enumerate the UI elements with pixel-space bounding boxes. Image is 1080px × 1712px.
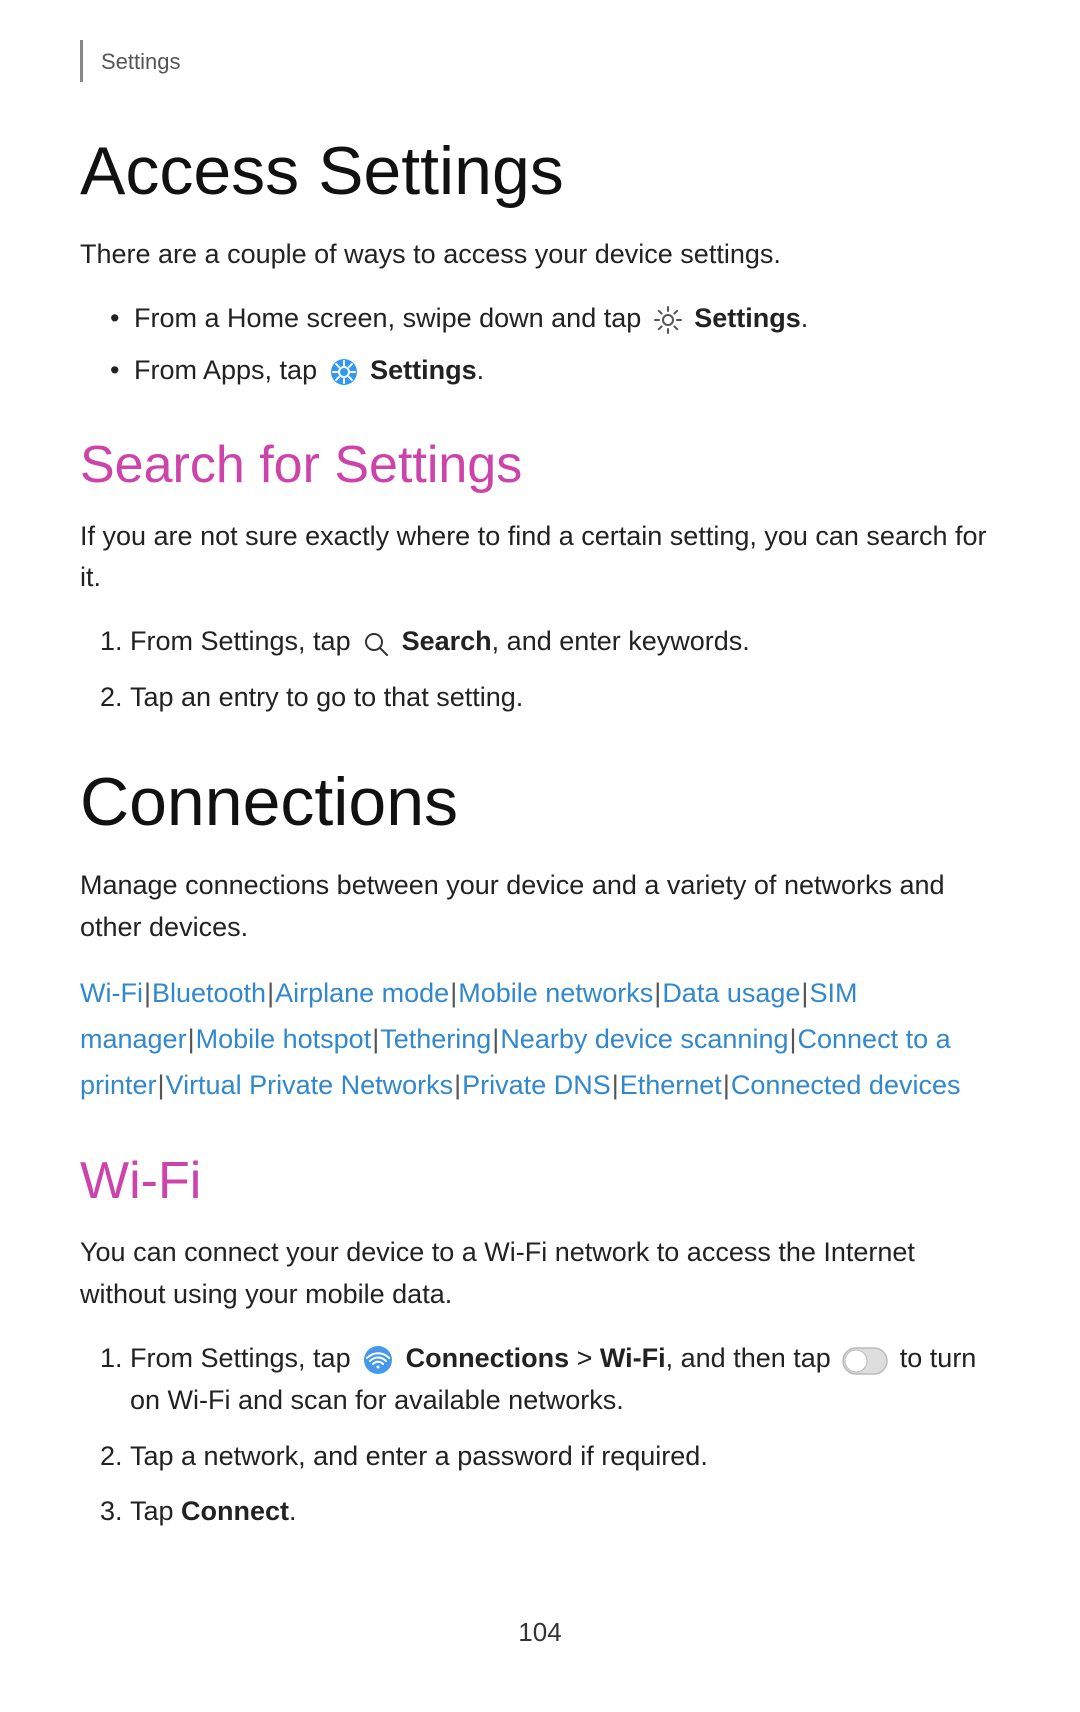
link-mobile-hotspot[interactable]: Mobile hotspot <box>196 1024 372 1054</box>
link-ethernet[interactable]: Ethernet <box>620 1070 722 1100</box>
link-vpn[interactable]: Virtual Private Networks <box>166 1070 454 1100</box>
link-data-usage[interactable]: Data usage <box>662 978 800 1008</box>
link-tethering[interactable]: Tethering <box>380 1024 491 1054</box>
breadcrumb-text: Settings <box>101 49 181 74</box>
access-settings-intro: There are a couple of ways to access you… <box>80 234 1000 276</box>
link-bluetooth[interactable]: Bluetooth <box>152 978 266 1008</box>
connections-bold: Connections <box>406 1343 570 1373</box>
separator: | <box>450 978 457 1008</box>
separator: | <box>158 1070 165 1100</box>
settings-bold-2: Settings <box>370 355 477 385</box>
wifi-icon <box>362 1344 394 1376</box>
link-private-dns[interactable]: Private DNS <box>462 1070 611 1100</box>
search-settings-intro: If you are not sure exactly where to fin… <box>80 516 1000 600</box>
separator: | <box>454 1070 461 1100</box>
list-item: From Settings, tap Connections > Wi-Fi, … <box>130 1338 1000 1422</box>
link-airplane[interactable]: Airplane mode <box>275 978 449 1008</box>
wifi-step-3: Tap Connect. <box>130 1496 297 1526</box>
wifi-step-2: Tap a network, and enter a password if r… <box>130 1441 708 1471</box>
separator: | <box>144 978 151 1008</box>
list-item: Tap Connect. <box>130 1491 1000 1533</box>
separator: | <box>654 978 661 1008</box>
separator: | <box>372 1024 379 1054</box>
wifi-step-1: From Settings, tap Connections > Wi-Fi, … <box>130 1343 976 1415</box>
search-settings-list: From Settings, tap Search, and enter key… <box>80 621 1000 719</box>
page-footer: 104 <box>80 1613 1000 1652</box>
list-item: From a Home screen, swipe down and tap S… <box>110 298 1000 340</box>
list-item: From Apps, tap Settings. <box>110 350 1000 392</box>
breadcrumb: Settings <box>80 40 1000 82</box>
connect-bold: Connect <box>181 1496 289 1526</box>
search-icon <box>362 629 390 657</box>
separator: | <box>492 1024 499 1054</box>
access-settings-list: From a Home screen, swipe down and tap S… <box>80 298 1000 392</box>
access-settings-title: Access Settings <box>80 132 1000 210</box>
list-item: Tap an entry to go to that setting. <box>130 677 1000 719</box>
connections-section: Connections Manage connections between y… <box>80 763 1000 1109</box>
connections-links: Wi-Fi|Bluetooth|Airplane mode|Mobile net… <box>80 971 1000 1109</box>
wifi-steps-list: From Settings, tap Connections > Wi-Fi, … <box>80 1338 1000 1533</box>
separator: | <box>801 978 808 1008</box>
toggle-icon <box>842 1346 888 1374</box>
wifi-title: Wi-Fi <box>80 1152 1000 1212</box>
separator: | <box>789 1024 796 1054</box>
connections-title: Connections <box>80 763 1000 841</box>
search-step-2: Tap an entry to go to that setting. <box>130 682 523 712</box>
settings-blue-icon <box>329 357 359 387</box>
settings-bold-1: Settings <box>694 303 801 333</box>
wifi-intro: You can connect your device to a Wi-Fi n… <box>80 1232 1000 1316</box>
search-settings-section: Search for Settings If you are not sure … <box>80 436 1000 719</box>
search-bold: Search <box>402 626 492 656</box>
connections-intro: Manage connections between your device a… <box>80 865 1000 949</box>
list-item: From Settings, tap Search, and enter key… <box>130 621 1000 663</box>
page-number: 104 <box>518 1617 561 1647</box>
link-nearby[interactable]: Nearby device scanning <box>500 1024 788 1054</box>
separator: | <box>267 978 274 1008</box>
access-settings-section: Access Settings There are a couple of wa… <box>80 132 1000 392</box>
search-settings-title: Search for Settings <box>80 436 1000 496</box>
link-mobile-networks[interactable]: Mobile networks <box>458 978 653 1008</box>
link-connected-devices[interactable]: Connected devices <box>731 1070 961 1100</box>
separator: | <box>723 1070 730 1100</box>
separator: | <box>612 1070 619 1100</box>
link-wifi[interactable]: Wi-Fi <box>80 978 143 1008</box>
bullet-item-2-text: From Apps, tap Settings. <box>134 355 484 385</box>
gear-icon <box>653 305 683 335</box>
list-item: Tap a network, and enter a password if r… <box>130 1436 1000 1478</box>
wifi-section: Wi-Fi You can connect your device to a W… <box>80 1152 1000 1533</box>
bullet-item-1-text: From a Home screen, swipe down and tap S… <box>134 303 808 333</box>
search-step-1: From Settings, tap Search, and enter key… <box>130 626 750 656</box>
wifi-bold: Wi-Fi <box>600 1343 666 1373</box>
separator: | <box>188 1024 195 1054</box>
